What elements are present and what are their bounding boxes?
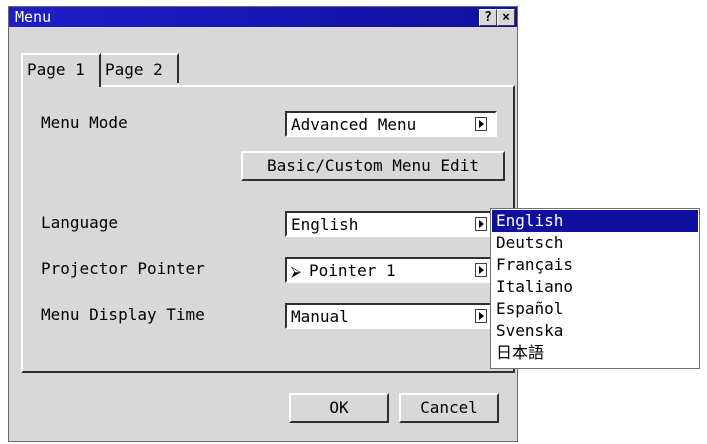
pointer-icon: ⮚: [291, 264, 301, 280]
dropdown-arrow-icon[interactable]: [475, 117, 487, 131]
language-option-italiano[interactable]: Italiano: [492, 276, 698, 298]
tab-page-1[interactable]: Page 1: [21, 53, 101, 87]
dropdown-arrow-icon[interactable]: [475, 309, 487, 323]
language-select[interactable]: English: [285, 211, 497, 237]
basic-custom-menu-edit-button[interactable]: Basic/Custom Menu Edit: [241, 151, 505, 181]
language-value: English: [291, 215, 359, 234]
window-title: Menu: [15, 8, 52, 26]
language-dropdown-list: English Deutsch Français Italiano Españo…: [490, 208, 700, 369]
cancel-button[interactable]: Cancel: [399, 393, 499, 423]
language-option-francais[interactable]: Français: [492, 254, 698, 276]
tab-page-2-label: Page 2: [105, 60, 163, 79]
language-option-svenska[interactable]: Svenska: [492, 320, 698, 342]
language-label: Language: [41, 213, 119, 232]
language-option-japanese[interactable]: 日本語: [492, 342, 698, 364]
help-button[interactable]: ?: [479, 9, 497, 26]
projector-pointer-label: Projector Pointer: [41, 259, 205, 278]
menu-mode-label: Menu Mode: [41, 113, 128, 132]
close-button[interactable]: ×: [497, 9, 515, 26]
menu-mode-select[interactable]: Advanced Menu: [285, 111, 497, 137]
language-option-deutsch[interactable]: Deutsch: [492, 232, 698, 254]
menu-display-time-label: Menu Display Time: [41, 305, 205, 324]
ok-button[interactable]: OK: [289, 393, 389, 423]
dropdown-arrow-icon[interactable]: [475, 263, 487, 277]
tab-page-2[interactable]: Page 2: [101, 53, 179, 83]
tab-page-1-label: Page 1: [27, 60, 85, 79]
language-option-espanol[interactable]: Español: [492, 298, 698, 320]
projector-pointer-value: Pointer 1: [308, 261, 396, 280]
menu-display-time-select[interactable]: Manual: [285, 303, 497, 329]
menu-dialog: Menu ? × Page 1 Page 2 Menu Mode Advance…: [8, 6, 518, 442]
menu-display-time-value: Manual: [291, 307, 349, 326]
projector-pointer-select[interactable]: ⮚ Pointer 1: [285, 257, 497, 283]
title-bar[interactable]: Menu ? ×: [9, 7, 517, 27]
menu-mode-value: Advanced Menu: [291, 115, 417, 134]
dropdown-arrow-icon[interactable]: [475, 217, 487, 231]
language-option-english[interactable]: English: [492, 210, 698, 232]
projector-pointer-display: ⮚ Pointer 1: [291, 261, 396, 280]
page-panel: Menu Mode Advanced Menu Basic/Custom Men…: [21, 85, 515, 373]
